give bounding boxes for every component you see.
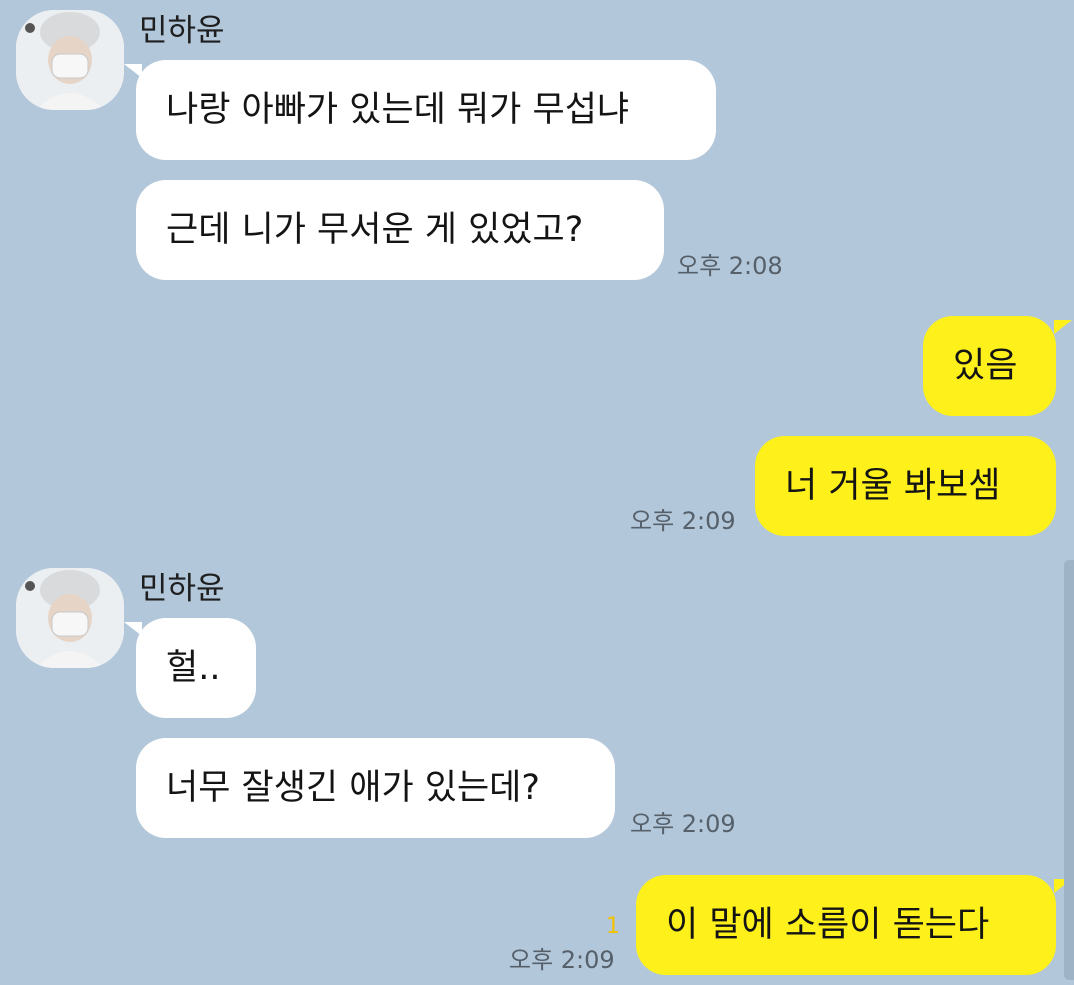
profile-photo-icon xyxy=(16,568,124,668)
scrollbar[interactable] xyxy=(1064,560,1074,980)
message-bubble[interactable]: 이 말에 소름이 돋는다 xyxy=(636,875,1056,975)
message-time: 오후 2:09 xyxy=(630,810,736,838)
message-bubble[interactable]: 너 거울 봐보셈 xyxy=(755,436,1056,536)
sender-name: 민하윤 xyxy=(139,571,225,607)
message-bubble[interactable]: 헐.. xyxy=(136,618,256,718)
avatar[interactable] xyxy=(16,568,124,668)
profile-photo-icon xyxy=(16,10,124,110)
message-time: 오후 2:09 xyxy=(630,507,736,535)
message-bubble[interactable]: 나랑 아빠가 있는데 뭐가 무섭냐 xyxy=(136,60,716,160)
message-bubble[interactable]: 너무 잘생긴 애가 있는데? xyxy=(136,738,615,838)
unread-count: 1 xyxy=(606,914,620,939)
bubble-tail xyxy=(1054,320,1072,334)
message-bubble[interactable]: 있음 xyxy=(923,316,1056,416)
message-time: 오후 2:08 xyxy=(677,252,783,280)
sender-name: 민하윤 xyxy=(139,13,225,49)
message-bubble[interactable]: 근데 니가 무서운 게 있었고? xyxy=(136,180,664,280)
avatar[interactable] xyxy=(16,10,124,110)
message-time: 오후 2:09 xyxy=(509,946,615,974)
